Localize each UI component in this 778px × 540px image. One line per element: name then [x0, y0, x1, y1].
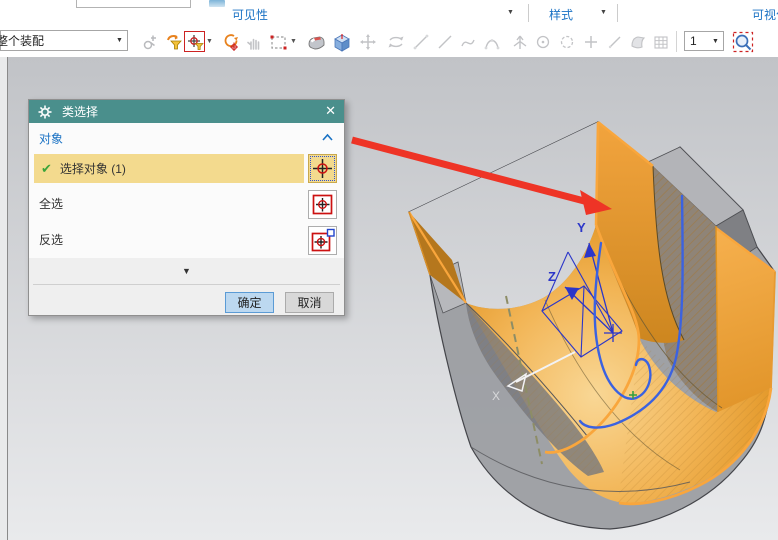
group-label-visibility[interactable]: 可见性 — [232, 6, 268, 23]
ribbon-top-strip: 可见性 ▼ 样式 ▼ 可视化 — [0, 0, 778, 27]
plus-point-icon[interactable] — [580, 31, 601, 52]
view-count-caret-icon[interactable]: ▼ — [708, 38, 723, 45]
cancel-button[interactable]: 取消 — [285, 292, 334, 313]
group-separator — [528, 4, 529, 22]
datum-axis-icon[interactable] — [509, 31, 530, 52]
check-icon: ✔ — [41, 161, 52, 177]
rotate-view-icon[interactable] — [385, 31, 406, 52]
gear-icon — [38, 105, 52, 119]
style-caret-icon[interactable]: ▼ — [600, 9, 607, 16]
snap-point-filter-icon[interactable] — [184, 31, 205, 52]
toolbar-separator — [676, 31, 677, 52]
invert-selection-crosshair-button[interactable] — [308, 226, 337, 255]
rect-select-caret-icon[interactable]: ▼ — [290, 38, 297, 45]
close-icon[interactable]: ✕ — [325, 103, 336, 119]
row-select-object-label: 选择对象 (1) — [60, 160, 126, 177]
dialog-collapse-arrow-icon[interactable]: ▼ — [29, 266, 344, 276]
crosshair-boxed-icon — [309, 191, 336, 218]
dialog-title: 类选择 — [62, 103, 98, 120]
pan-view-icon[interactable] — [357, 31, 378, 52]
row-invert-selection-label[interactable]: 反选 — [39, 226, 63, 255]
trim-body-cube-icon[interactable] — [331, 31, 352, 52]
rotate-point-icon[interactable] — [219, 31, 240, 52]
crosshair-invert-icon — [309, 227, 336, 254]
line-3-icon[interactable] — [604, 31, 625, 52]
line-2-icon[interactable] — [434, 31, 455, 52]
scope-dropdown[interactable]: 整个装配 ▼ — [0, 30, 128, 51]
shaded-solid-icon[interactable] — [305, 31, 326, 52]
ok-button[interactable]: 确定 — [225, 292, 274, 313]
view-count-dropdown[interactable]: 1 ▼ — [684, 31, 724, 51]
main-toolbar: 整个装配 ▼ ▼ ▼ — [0, 26, 778, 58]
y-axis-label: Y — [577, 220, 586, 235]
group-label-visualization[interactable]: 可视化 — [752, 6, 778, 23]
sheet-surface-icon[interactable] — [627, 31, 648, 52]
x-axis-label: X — [492, 389, 500, 403]
group-separator — [617, 4, 618, 22]
scope-caret-icon[interactable]: ▼ — [112, 37, 127, 44]
scope-dropdown-value: 整个装配 — [0, 32, 112, 49]
section-header-object[interactable]: 对象 — [39, 130, 63, 147]
class-selection-dialog: 类选择 ✕ 对象 ✔ 选择对象 (1) 全选 反选 ▼ 确定 取消 — [28, 99, 345, 316]
studio-spline-icon[interactable] — [481, 31, 502, 52]
viewport-left-edge — [0, 57, 8, 540]
z-axis-label: Z — [548, 269, 556, 284]
arc-icon[interactable] — [457, 31, 478, 52]
circle-icon[interactable] — [556, 31, 577, 52]
grid-icon[interactable] — [650, 31, 671, 52]
row-select-object[interactable]: ✔ 选择对象 (1) — [34, 154, 304, 183]
circle-center-icon[interactable] — [532, 31, 553, 52]
line-icon[interactable] — [410, 31, 431, 52]
dialog-divider — [33, 284, 340, 285]
wcs-dynamics-icon[interactable] — [140, 31, 161, 52]
view-count-value: 1 — [685, 34, 708, 48]
selection-filter-icon[interactable] — [163, 31, 184, 52]
group-label-style[interactable]: 样式 — [549, 6, 573, 23]
select-object-crosshair-button[interactable] — [308, 154, 337, 183]
hand-tool-icon[interactable] — [243, 31, 264, 52]
crosshair-icon — [309, 155, 336, 182]
rectangle-select-icon[interactable] — [267, 31, 288, 52]
select-all-crosshair-button[interactable] — [308, 190, 337, 219]
snap-filter-caret-icon[interactable]: ▼ — [206, 38, 213, 45]
chevron-up-icon[interactable] — [321, 133, 334, 142]
partial-input-box[interactable] — [76, 0, 191, 8]
find-in-window-icon[interactable] — [731, 30, 754, 53]
partial-toolbar-icon[interactable] — [209, 0, 225, 7]
dialog-titlebar[interactable]: 类选择 ✕ — [29, 100, 344, 123]
row-select-all-label[interactable]: 全选 — [39, 190, 63, 219]
visibility-caret-icon[interactable]: ▼ — [507, 9, 514, 16]
